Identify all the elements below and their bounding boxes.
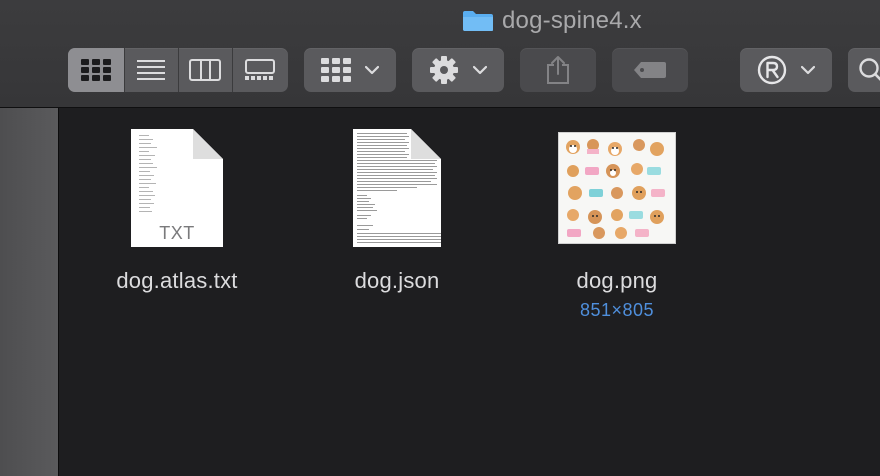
column-view-button[interactable]	[179, 48, 233, 92]
gallery-icon	[245, 59, 276, 80]
file-item[interactable]: TXT dog.atlas.txt	[77, 126, 277, 294]
sidebar	[0, 108, 59, 476]
action-button[interactable]	[412, 48, 504, 92]
gallery-view-button[interactable]	[233, 48, 288, 92]
view-mode-control	[68, 48, 288, 92]
window-title: dog-spine4.x	[462, 6, 642, 36]
tag-icon	[634, 62, 666, 78]
text-document-icon: TXT	[131, 129, 223, 247]
file-extension-label: TXT	[159, 223, 195, 243]
gear-icon	[430, 56, 458, 84]
file-item[interactable]: dog.json	[297, 126, 497, 294]
file-name: dog.png	[576, 268, 658, 293]
group-grid-icon	[321, 58, 351, 82]
list-view-button[interactable]	[125, 48, 179, 92]
extension-button[interactable]	[740, 48, 832, 92]
file-thumbnail	[552, 126, 682, 250]
file-name: dog.atlas.txt	[116, 268, 238, 293]
share-button[interactable]	[520, 48, 596, 92]
registered-icon	[757, 55, 787, 85]
search-button[interactable]	[848, 48, 880, 92]
search-icon	[859, 58, 880, 81]
file-name: dog.json	[354, 268, 440, 293]
folder-icon	[463, 11, 493, 31]
file-item[interactable]: dog.png 851×805	[517, 126, 717, 321]
chevron-down-icon	[473, 65, 487, 75]
icon-view-button[interactable]	[68, 48, 126, 92]
columns-icon	[189, 59, 222, 81]
group-button[interactable]	[304, 48, 396, 92]
image-preview	[558, 132, 676, 244]
dog-sprites-thumbnail	[566, 139, 665, 239]
file-browser-content: TXT dog.atlas.txt dog.json dog.png 851×8…	[60, 108, 880, 476]
share-icon	[547, 56, 569, 84]
chevron-down-icon	[801, 65, 815, 75]
list-icon	[137, 60, 166, 80]
toolbar: dog-spine4.x	[0, 0, 880, 108]
window-title-text: dog-spine4.x	[502, 7, 642, 34]
file-thumbnail	[332, 126, 462, 250]
grid-icon	[81, 59, 112, 81]
json-document-icon	[353, 129, 441, 247]
finder-window: dog-spine4.x TXT dog.atlas.txt dog.json …	[0, 0, 880, 476]
file-thumbnail: TXT	[112, 126, 242, 250]
image-dimensions: 851×805	[579, 300, 655, 320]
chevron-down-icon	[365, 65, 379, 75]
tag-button[interactable]	[612, 48, 688, 92]
